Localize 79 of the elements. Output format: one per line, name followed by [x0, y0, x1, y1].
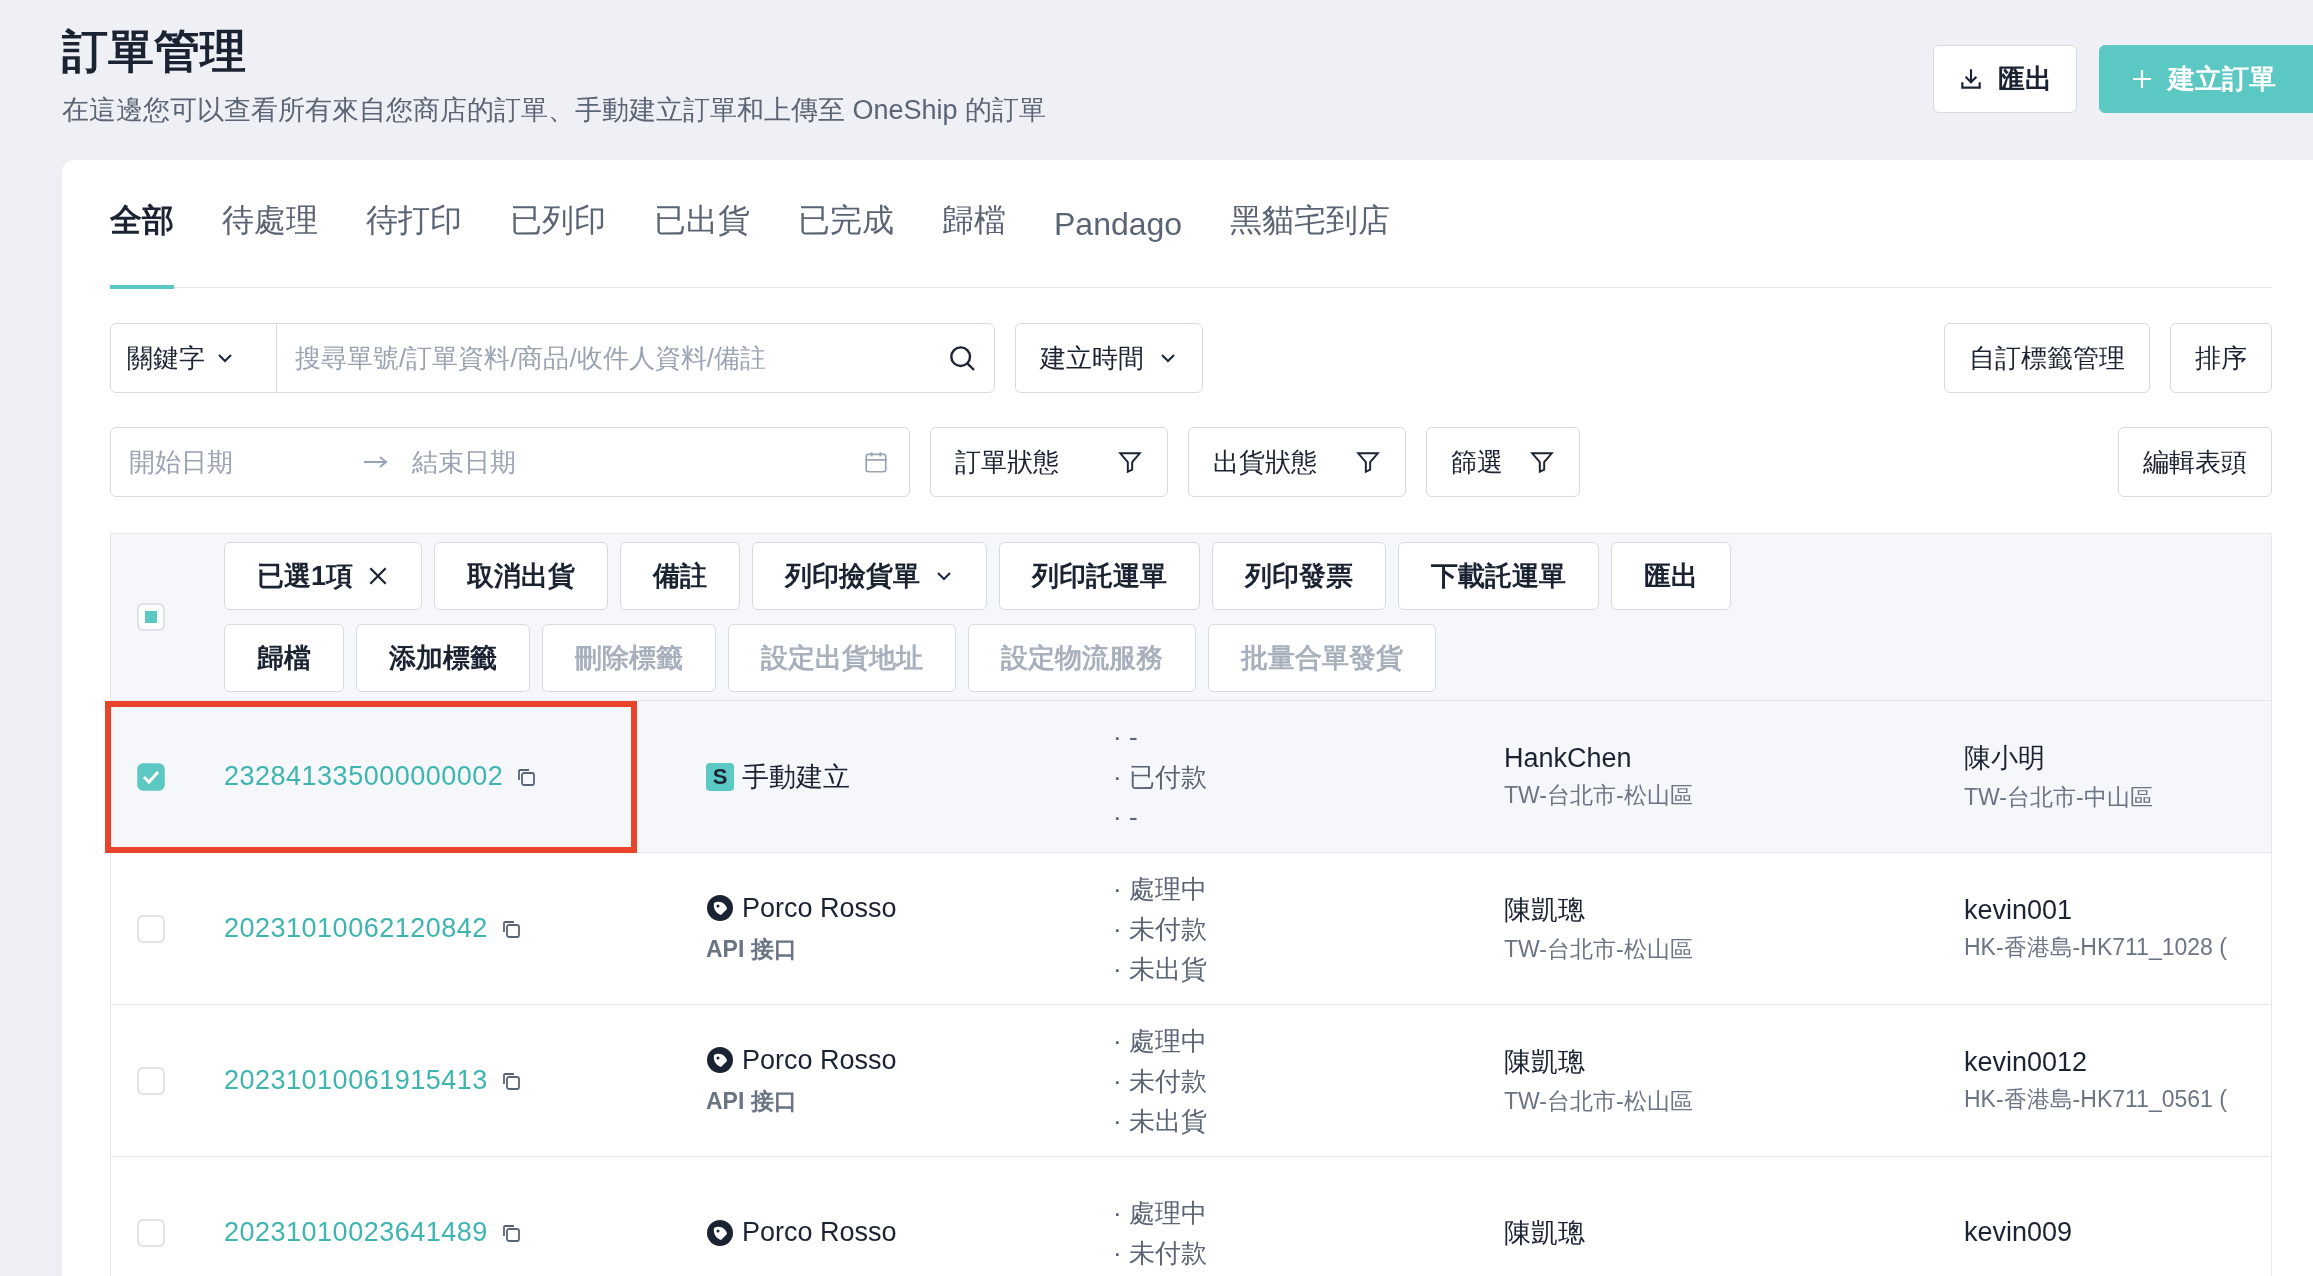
tab[interactable]: 黑貓宅到店: [1230, 198, 1391, 289]
recipient-name: kevin001: [1964, 894, 2074, 926]
time-dropdown[interactable]: 建立時間: [1015, 323, 1203, 393]
tab[interactable]: 已出貨: [654, 198, 750, 289]
status-text: · 已付款: [1113, 760, 1208, 794]
recipient-name: 陳小明: [1964, 742, 2046, 775]
search-bar[interactable]: 關鍵字 搜尋單號/訂單資料/商品/收件人資料/備註: [110, 323, 995, 393]
sort-button[interactable]: 排序: [2170, 323, 2272, 393]
bulk-action-button[interactable]: 歸檔: [224, 624, 344, 692]
filter-button[interactable]: 篩選: [1426, 427, 1580, 497]
status-text: · 未出貨: [1113, 952, 1208, 986]
bulk-action-button[interactable]: 下載託運單: [1398, 542, 1600, 610]
keyword-dropdown[interactable]: 關鍵字: [111, 324, 277, 392]
bulk-action-button[interactable]: 列印發票: [1212, 542, 1387, 610]
source-name: 手動建立: [742, 760, 850, 794]
checkbox[interactable]: [137, 1066, 165, 1095]
checkbox[interactable]: [137, 762, 165, 791]
status-text: · 未出貨: [1113, 1104, 1208, 1138]
source-name: Porco Rosso: [742, 1217, 897, 1248]
end-date-input[interactable]: 結束日期: [410, 445, 625, 479]
bulk-action-button[interactable]: 匯出: [1611, 542, 1732, 610]
arrow-icon: [362, 455, 390, 469]
recipient-name: kevin009: [1964, 1217, 2074, 1248]
customer-name: HankChen: [1504, 742, 1633, 774]
recipient-address: TW-台北市-中山區: [1964, 783, 2154, 812]
tab[interactable]: 待打印: [366, 198, 462, 289]
bulk-action-button[interactable]: 取消出貨: [434, 542, 609, 610]
customer-name: 陳凱璁: [1504, 894, 1586, 927]
tab[interactable]: Pandago: [1054, 205, 1183, 289]
tab[interactable]: 待處理: [222, 198, 318, 289]
search-field[interactable]: 搜尋單號/訂單資料/商品/收件人資料/備註: [293, 341, 936, 375]
tab[interactable]: 全部: [110, 198, 174, 289]
bulk-action-button[interactable]: 備註: [620, 542, 741, 610]
customer-address: TW-台北市-松山區: [1504, 1087, 1694, 1116]
tab[interactable]: 已列印: [510, 198, 606, 289]
tab[interactable]: 歸檔: [942, 198, 1006, 289]
page-title: 訂單管理: [62, 24, 247, 79]
bulk-action-button[interactable]: 添加標籤: [356, 624, 530, 692]
bulk-action-button[interactable]: 已選1項: [224, 542, 423, 610]
filter-button[interactable]: 出貨狀態: [1188, 427, 1406, 497]
filter-icon: [1355, 449, 1381, 475]
customer-name: 陳凱璁: [1504, 1216, 1586, 1250]
status-text: · -: [1113, 800, 1139, 834]
status-text: · -: [1113, 720, 1139, 754]
recipient-name: kevin0012: [1964, 1046, 2089, 1078]
tag-manage-button[interactable]: 自訂標籤管理: [1944, 323, 2150, 393]
checkbox[interactable]: [137, 603, 165, 631]
filter-icon: [1529, 449, 1555, 475]
recipient-address: HK-香港島-HK711_1028 (: [1964, 932, 2228, 962]
status-text: · 未付款: [1113, 1064, 1208, 1098]
filter-icon: [1117, 449, 1143, 475]
customer-name: 陳凱璁: [1504, 1046, 1586, 1079]
source-badge: S: [706, 762, 734, 791]
start-date-input[interactable]: 開始日期: [127, 445, 342, 479]
status-text: · 處理中: [1113, 1196, 1208, 1230]
page-subtitle: 在這邊您可以查看所有來自您商店的訂單、手動建立訂單和上傳至 OneShip 的訂單: [62, 94, 1047, 127]
recipient-address: HK-香港島-HK711_0561 (: [1964, 1084, 2228, 1114]
bulk-action-button[interactable]: 列印撿貨單: [752, 542, 988, 610]
filter-button[interactable]: 訂單狀態: [930, 427, 1168, 497]
customer-address: TW-台北市-松山區: [1504, 935, 1694, 964]
edit-columns-button[interactable]: 編輯表頭: [2118, 427, 2272, 497]
customer-address: TW-台北市-松山區: [1504, 780, 1694, 810]
checkbox[interactable]: [137, 1218, 165, 1247]
download-icon: [1958, 66, 1984, 92]
plus-icon: [2130, 67, 2154, 91]
tab[interactable]: 已完成: [798, 198, 894, 289]
source-name: Porco Rosso: [742, 1044, 897, 1076]
checkbox[interactable]: [137, 914, 165, 943]
source-type: API 接口: [706, 934, 798, 964]
date-range-field[interactable]: 開始日期 結束日期: [110, 427, 910, 497]
calendar-icon[interactable]: [863, 449, 889, 475]
export-button[interactable]: 匯出: [1933, 45, 2077, 113]
status-text: · 未付款: [1113, 1236, 1208, 1270]
status-text: · 處理中: [1113, 872, 1208, 906]
source-type: API 接口: [706, 1086, 798, 1116]
status-text: · 處理中: [1113, 1024, 1208, 1058]
bulk-action-button[interactable]: 列印託運單: [999, 542, 1201, 610]
status-text: · 未付款: [1113, 912, 1208, 946]
source-name: Porco Rosso: [742, 892, 897, 924]
